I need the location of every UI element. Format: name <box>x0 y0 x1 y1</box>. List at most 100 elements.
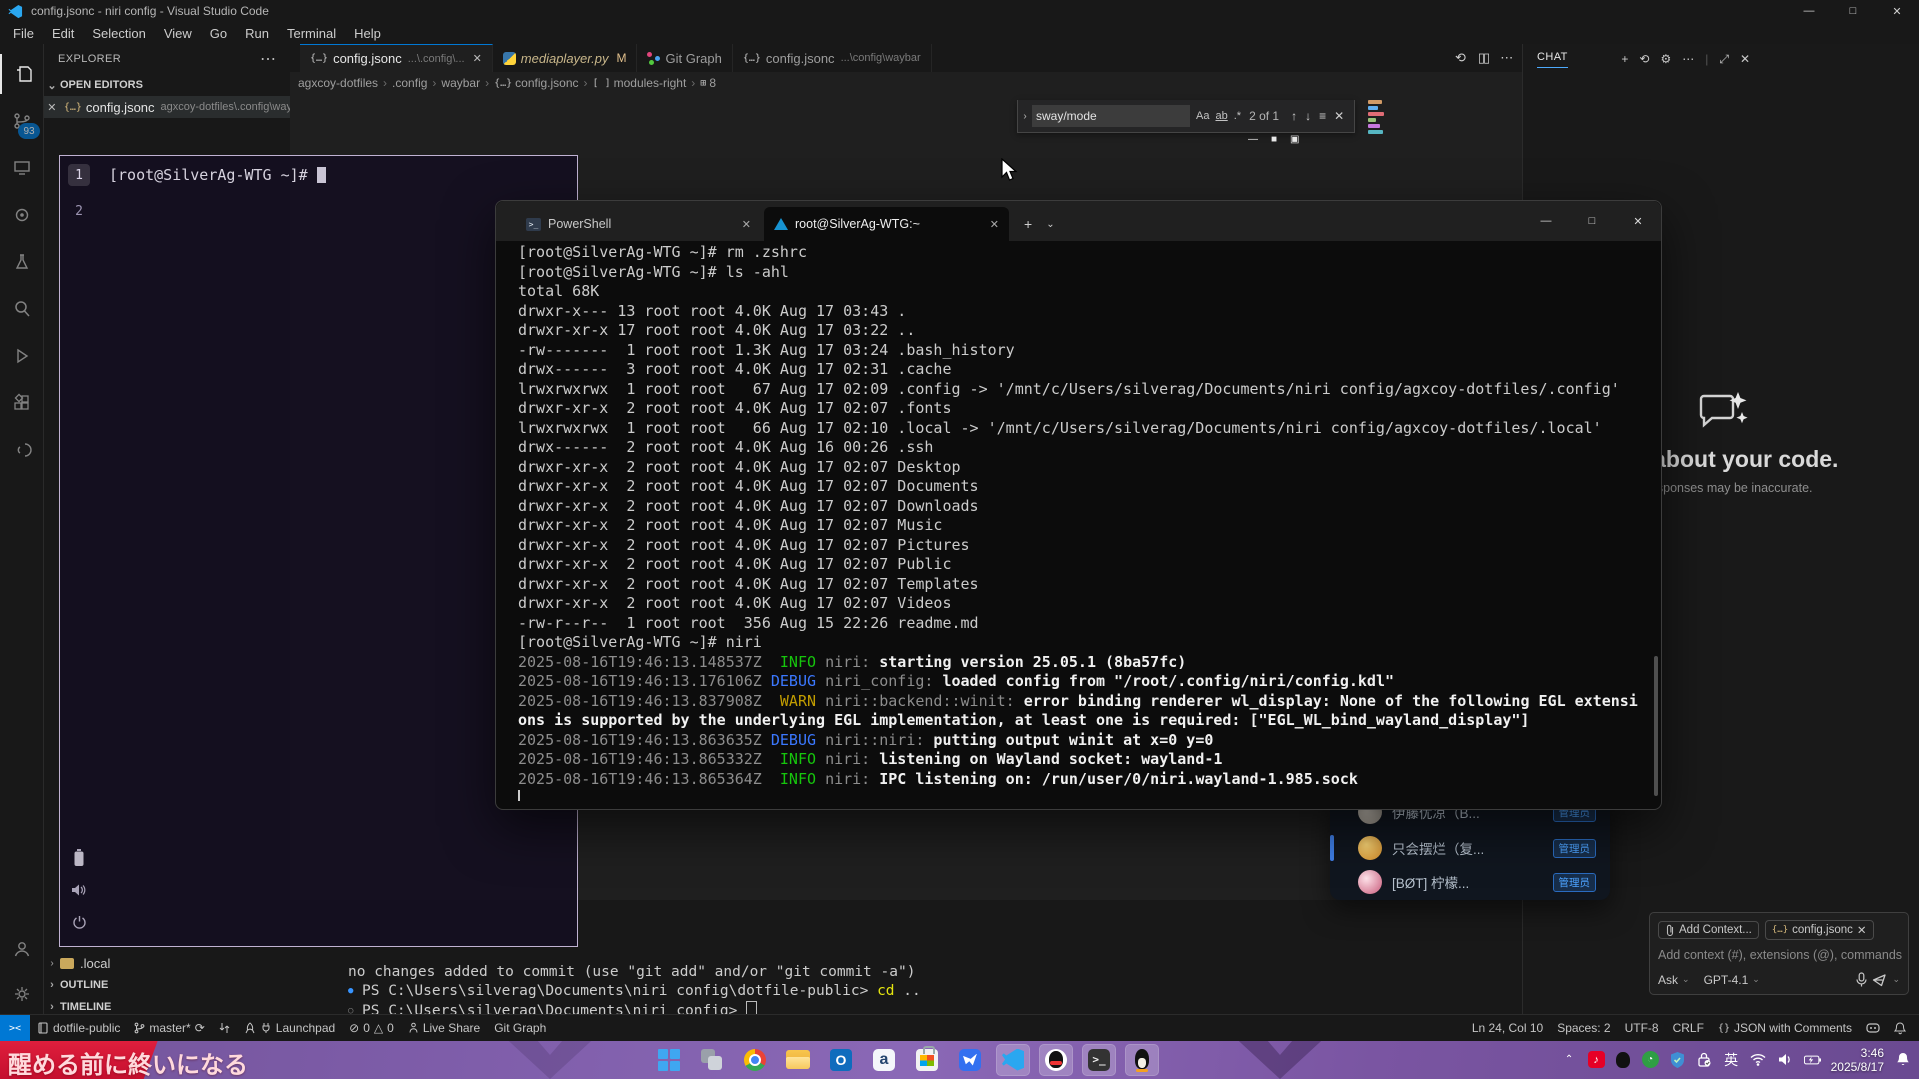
workspace-indicator-2[interactable]: 2 <box>68 200 90 222</box>
find-expand-icon[interactable]: › <box>1018 111 1032 122</box>
vscode-taskbar-button[interactable] <box>996 1044 1030 1076</box>
terminal-titlebar[interactable]: >_ PowerShell ✕ root@SilverAg-WTG:~ ✕ + … <box>496 201 1661 241</box>
ime-indicator[interactable]: 英 <box>1723 1051 1740 1068</box>
close-icon[interactable]: ✕ <box>1615 215 1661 228</box>
ms-store-button[interactable] <box>910 1044 944 1076</box>
find-next-icon[interactable]: ↓ <box>1305 109 1311 123</box>
search-icon[interactable] <box>0 289 43 329</box>
linux-taskbar-button[interactable] <box>1125 1044 1159 1076</box>
restore-icon[interactable]: ▣ <box>1290 134 1299 145</box>
tray-expand-icon[interactable]: ⌃ <box>1561 1051 1578 1068</box>
tab-dropdown-icon[interactable]: ⌄ <box>1046 219 1054 230</box>
chat-expand-icon[interactable]: ⤢ <box>1719 52 1729 67</box>
chat-history-icon[interactable]: ⟲ <box>1639 52 1649 66</box>
workspace-indicator-1[interactable]: 1 <box>68 164 90 186</box>
breadcrumb-item[interactable]: waybar <box>441 76 480 90</box>
remote-explorer-icon[interactable] <box>0 148 43 188</box>
manage-gear-icon[interactable] <box>0 974 43 1014</box>
vscode-titlebar[interactable]: config.jsonc - niri config - Visual Stud… <box>0 0 1919 22</box>
status-git-graph[interactable]: Git Graph <box>487 1021 553 1035</box>
close-tab-icon[interactable]: ✕ <box>990 218 999 231</box>
new-chat-icon[interactable]: + <box>1621 52 1628 66</box>
member-row[interactable]: [BØT] 柠檬... 管理员 <box>1358 867 1602 897</box>
terminal-scrollbar[interactable] <box>1654 656 1658 796</box>
lock-check-icon[interactable] <box>1696 1051 1713 1068</box>
status-branch[interactable]: master* ⟳ <box>127 1021 211 1035</box>
find-in-selection-icon[interactable]: ≡ <box>1319 109 1326 123</box>
taskbar-clock[interactable]: 3:46 2025/8/17 <box>1831 1046 1884 1074</box>
menu-terminal[interactable]: Terminal <box>278 26 345 41</box>
tab-mediaplayer-py[interactable]: mediaplayer.py M <box>493 44 638 72</box>
qq-taskbar-button[interactable] <box>1039 1044 1073 1076</box>
vscode-integrated-terminal[interactable]: no changes added to commit (use "git add… <box>348 963 1348 1021</box>
menu-edit[interactable]: Edit <box>43 26 83 41</box>
status-branch-compare[interactable] <box>212 1022 237 1034</box>
tab-config-jsonc[interactable]: {…} config.jsonc ...\.config\... ✕ <box>300 44 493 72</box>
bird-app-button[interactable] <box>953 1044 987 1076</box>
outlook-button[interactable]: O <box>824 1044 858 1076</box>
live-share-icon[interactable] <box>0 430 43 470</box>
minimize-icon[interactable]: — <box>1523 215 1569 227</box>
chat-tab[interactable]: CHAT <box>1537 51 1568 68</box>
find-input[interactable] <box>1032 105 1190 127</box>
chat-settings-icon[interactable]: ⚙ <box>1660 52 1671 66</box>
status-cursor-position[interactable]: Ln 24, Col 10 <box>1465 1021 1550 1035</box>
menu-run[interactable]: Run <box>236 26 278 41</box>
notifications-bell-icon[interactable] <box>1887 1022 1913 1035</box>
status-eol[interactable]: CRLF <box>1666 1021 1711 1035</box>
settings-sync-icon[interactable] <box>0 195 43 235</box>
tab-config-jsonc-2[interactable]: {…} config.jsonc ...\config\waybar <box>733 44 932 72</box>
add-context-button[interactable]: Add Context... <box>1658 921 1759 939</box>
chat-input-box[interactable]: Add Context... {…} config.jsonc ✕ Add co… <box>1649 912 1909 995</box>
breadcrumb-item[interactable]: config.jsonc <box>515 76 578 90</box>
extensions-icon[interactable] <box>0 383 43 423</box>
maximize-icon[interactable]: □ <box>1831 0 1875 22</box>
run-debug-icon[interactable] <box>0 336 43 376</box>
chat-input-placeholder[interactable]: Add context (#), extensions (@), command… <box>1658 948 1900 962</box>
status-repo[interactable]: dotfile-public <box>30 1021 127 1035</box>
foot-terminal-prompt[interactable]: [root@SilverAg-WTG ~]# <box>109 166 326 184</box>
tab-root-wsl[interactable]: root@SilverAg-WTG:~ ✕ <box>764 207 1009 241</box>
status-problems[interactable]: ⊘ 0 △ 0 <box>342 1021 401 1035</box>
timeline-history-icon[interactable]: ⟲ <box>1455 50 1466 66</box>
testing-icon[interactable] <box>0 242 43 282</box>
tab-git-graph[interactable]: Git Graph <box>637 44 732 72</box>
battery-tray-icon[interactable] <box>1804 1051 1821 1068</box>
status-language-mode[interactable]: {} JSON with Comments <box>1711 1021 1859 1035</box>
chat-more-icon[interactable]: ⋯ <box>1682 52 1694 66</box>
new-tab-icon[interactable]: + <box>1024 216 1032 232</box>
close-tab-icon[interactable]: ✕ <box>742 218 751 231</box>
tree-item-local-folder[interactable]: › .local <box>44 952 290 974</box>
close-icon[interactable]: ✕ <box>1875 0 1919 22</box>
context-chip-config-jsonc[interactable]: {…} config.jsonc ✕ <box>1765 920 1874 940</box>
more-actions-icon[interactable]: ⋯ <box>1500 50 1513 66</box>
terminal-output[interactable]: [root@SilverAg-WTG ~]# rm .zshrc[root@Si… <box>518 243 1651 801</box>
terminal-taskbar-button[interactable]: >_ <box>1082 1044 1116 1076</box>
minimize-icon[interactable]: — <box>1787 0 1831 22</box>
status-encoding[interactable]: UTF-8 <box>1618 1021 1666 1035</box>
task-view-button[interactable] <box>695 1044 729 1076</box>
find-close-icon[interactable]: ✕ <box>1334 109 1344 123</box>
volume-tray-icon[interactable] <box>1777 1051 1794 1068</box>
copilot-icon[interactable] <box>1859 1022 1887 1034</box>
qq-tray-icon[interactable] <box>1615 1051 1632 1068</box>
chrome-button[interactable] <box>738 1044 772 1076</box>
explorer-icon[interactable] <box>0 54 45 94</box>
menu-help[interactable]: Help <box>345 26 390 41</box>
find-previous-icon[interactable]: ↑ <box>1291 109 1297 123</box>
a-app-button[interactable]: a <box>867 1044 901 1076</box>
regex-button[interactable]: .* <box>1234 110 1241 122</box>
match-case-button[interactable]: Aa <box>1196 110 1209 122</box>
breadcrumb-item[interactable]: modules-right <box>614 76 687 90</box>
close-editor-icon[interactable]: ✕ <box>44 101 60 114</box>
maximize-icon[interactable]: ■ <box>1271 134 1277 145</box>
close-tab-icon[interactable]: ✕ <box>473 52 482 65</box>
notification-bell-icon[interactable] <box>1894 1051 1911 1068</box>
file-explorer-button[interactable] <box>781 1044 815 1076</box>
split-editor-icon[interactable]: ▯▯ <box>1478 50 1488 66</box>
tab-powershell[interactable]: >_ PowerShell ✕ <box>516 207 761 241</box>
idm-icon[interactable]: ◔ <box>1642 1051 1659 1068</box>
chat-close-icon[interactable]: ✕ <box>1740 52 1750 66</box>
minimize-icon[interactable]: — <box>1248 134 1258 145</box>
menu-selection[interactable]: Selection <box>83 26 154 41</box>
